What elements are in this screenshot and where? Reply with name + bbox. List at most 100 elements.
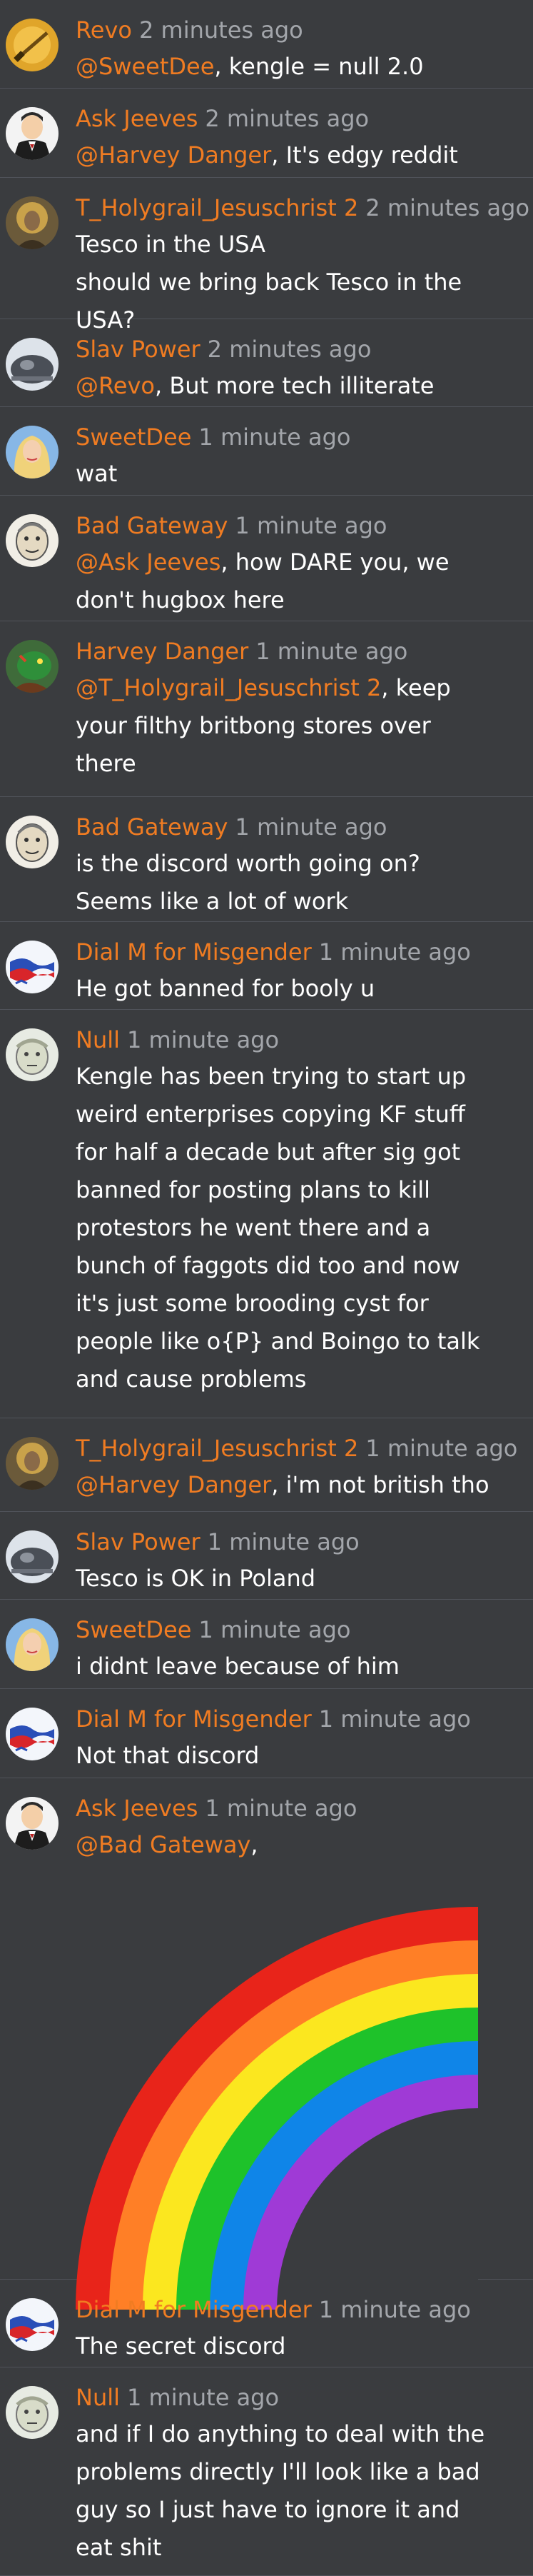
mention-link[interactable]: @SweetDee — [76, 53, 214, 80]
flag-avatar[interactable] — [6, 2298, 59, 2351]
chat-message: Null 1 minute ago and if I do anything to … — [0, 2367, 533, 2576]
mention-link[interactable]: @Bad Gateway — [76, 1831, 250, 1858]
christ-icon-avatar[interactable] — [6, 1437, 59, 1490]
author-name[interactable]: Harvey Danger — [76, 638, 248, 665]
null-face-avatar[interactable] — [6, 2386, 59, 2439]
chat-message: Bad Gateway 1 minute ago is the discord wo… — [0, 797, 533, 922]
blob-avatar[interactable] — [6, 1530, 59, 1583]
message-header: Slav Power 1 minute ago — [76, 1526, 360, 1558]
message-header: Harvey Danger 1 minute ago — [76, 636, 407, 667]
message-body: wat — [76, 460, 118, 487]
message-header: Slav Power 2 minutes ago — [76, 334, 371, 365]
message-text: @SweetDee, kengle = null 2.0 — [76, 48, 504, 86]
message-text: @Ask Jeeves, how DARE you, we don't hugb… — [76, 543, 504, 619]
author-name[interactable]: Null — [76, 2384, 120, 2411]
message-text: The secret discord — [76, 2327, 504, 2365]
message-header: Bad Gateway 1 minute ago — [76, 811, 387, 843]
message-text: @T_Holygrail_Jesuschrist 2, keep your fi… — [76, 669, 504, 783]
author-name[interactable]: Bad Gateway — [76, 512, 228, 539]
message-body: He got banned for booly u — [76, 975, 375, 1002]
blonde-woman-avatar[interactable] — [6, 426, 59, 478]
message-header: Revo 2 minutes ago — [76, 14, 303, 46]
message-text: @Harvey Danger, i'm not british tho — [76, 1466, 504, 1504]
author-name[interactable]: SweetDee — [76, 1616, 191, 1643]
message-body: is the discord worth going on? Seems lik… — [76, 850, 420, 915]
author-name[interactable]: Dial M for Misgender — [76, 2296, 312, 2323]
message-header: SweetDee 1 minute ago — [76, 421, 350, 453]
message-text: is the discord worth going on? Seems lik… — [76, 845, 504, 921]
message-body: Kengle has been trying to start up weird… — [76, 1063, 480, 1393]
timestamp: 1 minute ago — [198, 1616, 351, 1643]
gateway-face-avatar[interactable] — [6, 514, 59, 567]
mention-link[interactable]: @Revo — [76, 372, 155, 399]
blob-avatar[interactable] — [6, 338, 59, 391]
timestamp: 2 minutes ago — [205, 105, 370, 132]
chat-message: Revo 2 minutes ago @SweetDee, kengle = nul… — [0, 0, 533, 89]
message-header: T_Holygrail_Jesuschrist 2 1 minute ago — [76, 1433, 517, 1464]
author-name[interactable]: T_Holygrail_Jesuschrist 2 — [76, 1435, 358, 1462]
chat-message: Slav Power 1 minute ago Tesco is OK in Pol… — [0, 1512, 533, 1600]
timestamp: 1 minute ago — [198, 424, 351, 451]
chat-message: Dial M for Misgender 1 minute ago The secr… — [0, 2280, 533, 2367]
butler-avatar[interactable] — [6, 107, 59, 160]
chat-message: Harvey Danger 1 minute ago @T_Holygrail_Je… — [0, 621, 533, 797]
timestamp: 1 minute ago — [318, 2296, 471, 2323]
flag-avatar[interactable] — [6, 941, 59, 993]
message-body: Not that discord — [76, 1742, 260, 1769]
chat-message: Bad Gateway 1 minute ago @Ask Jeeves, how … — [0, 496, 533, 621]
mention-link[interactable]: @Harvey Danger — [76, 141, 271, 169]
message-text: and if I do anything to deal with the pr… — [76, 2415, 504, 2567]
message-body: Tesco is OK in Poland — [76, 1565, 316, 1592]
timestamp: 2 minutes ago — [365, 194, 530, 221]
christ-icon-avatar[interactable] — [6, 196, 59, 249]
author-name[interactable]: Slav Power — [76, 336, 200, 363]
message-body: and if I do anything to deal with the pr… — [76, 2420, 485, 2561]
message-header: Dial M for Misgender 1 minute ago — [76, 1703, 471, 1735]
message-text: i didnt leave because of him — [76, 1648, 504, 1685]
author-name[interactable]: Dial M for Misgender — [76, 1705, 312, 1733]
mention-link[interactable]: @T_Holygrail_Jesuschrist 2 — [76, 674, 381, 701]
message-body: , — [250, 1831, 258, 1858]
message-body: The secret discord — [76, 2332, 286, 2360]
message-header: Dial M for Misgender 1 minute ago — [76, 936, 471, 968]
green-creature-avatar[interactable] — [6, 640, 59, 693]
timestamp: 1 minute ago — [235, 512, 387, 539]
gateway-face-avatar[interactable] — [6, 816, 59, 868]
timestamp: 1 minute ago — [235, 813, 387, 841]
mention-link[interactable]: @Ask Jeeves — [76, 548, 220, 576]
blonde-woman-avatar[interactable] — [6, 1618, 59, 1671]
author-name[interactable]: Dial M for Misgender — [76, 938, 312, 966]
message-body: Tesco in the USA should we bring back Te… — [76, 231, 462, 334]
butler-avatar[interactable] — [6, 1797, 59, 1850]
chat-message: T_Holygrail_Jesuschrist 2 2 minutes ago Te… — [0, 178, 533, 334]
author-name[interactable]: Slav Power — [76, 1528, 200, 1555]
timestamp: 1 minute ago — [127, 1026, 280, 1053]
timestamp: 1 minute ago — [318, 1705, 471, 1733]
message-text: @Revo, But more tech illiterate — [76, 367, 504, 405]
gold-sword-avatar[interactable] — [6, 19, 59, 71]
chat-message: Dial M for Misgender 1 minute ago Not that… — [0, 1689, 533, 1778]
author-name[interactable]: SweetDee — [76, 424, 191, 451]
message-header: Null 1 minute ago — [76, 1024, 279, 1056]
timestamp: 1 minute ago — [127, 2384, 280, 2411]
chat-message: Ask Jeeves 2 minutes ago @Harvey Danger, I… — [0, 89, 533, 178]
chat-message: Null 1 minute ago Kengle has been trying t… — [0, 1010, 533, 1418]
message-body: , i'm not british tho — [271, 1471, 489, 1498]
author-name[interactable]: T_Holygrail_Jesuschrist 2 — [76, 194, 358, 221]
message-header: SweetDee 1 minute ago — [76, 1614, 350, 1645]
chat-message-list: Revo 2 minutes ago @SweetDee, kengle = nul… — [0, 0, 533, 2576]
message-body: , kengle = null 2.0 — [214, 53, 424, 80]
chat-message: Dial M for Misgender 1 minute ago He got b… — [0, 922, 533, 1010]
author-name[interactable]: Ask Jeeves — [76, 1795, 198, 1822]
author-name[interactable]: Ask Jeeves — [76, 105, 198, 132]
flag-avatar[interactable] — [6, 1708, 59, 1760]
message-header: T_Holygrail_Jesuschrist 2 2 minutes ago — [76, 192, 529, 224]
author-name[interactable]: Bad Gateway — [76, 813, 228, 841]
rainbow-image[interactable] — [76, 1907, 478, 2310]
chat-message: Ask Jeeves 1 minute ago @Bad Gateway, — [0, 1778, 533, 2310]
mention-link[interactable]: @Harvey Danger — [76, 1471, 271, 1498]
author-name[interactable]: Null — [76, 1026, 120, 1053]
message-header: Ask Jeeves 1 minute ago — [76, 1793, 357, 1824]
author-name[interactable]: Revo — [76, 16, 132, 44]
null-face-avatar[interactable] — [6, 1028, 59, 1081]
